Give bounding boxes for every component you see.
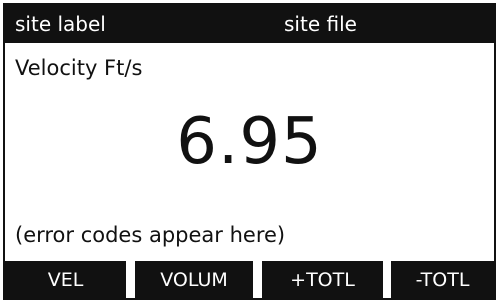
softkey-minus-totl[interactable]: -TOTL — [391, 261, 494, 300]
meter-display: site label site file Velocity Ft/s 6.95 … — [3, 3, 496, 300]
site-label: site label — [15, 12, 106, 36]
site-file: site file — [284, 12, 357, 36]
softkey-volum[interactable]: VOLUM — [135, 261, 253, 300]
measurement-value: 6.95 — [176, 105, 323, 179]
softkey-plus-totl[interactable]: +TOTL — [262, 261, 383, 300]
measurement-label: Velocity Ft/s — [15, 56, 143, 80]
softkey-vel[interactable]: VEL — [5, 261, 126, 300]
error-codes-line: (error codes appear here) — [15, 223, 286, 247]
title-bar: site label site file — [5, 5, 494, 43]
